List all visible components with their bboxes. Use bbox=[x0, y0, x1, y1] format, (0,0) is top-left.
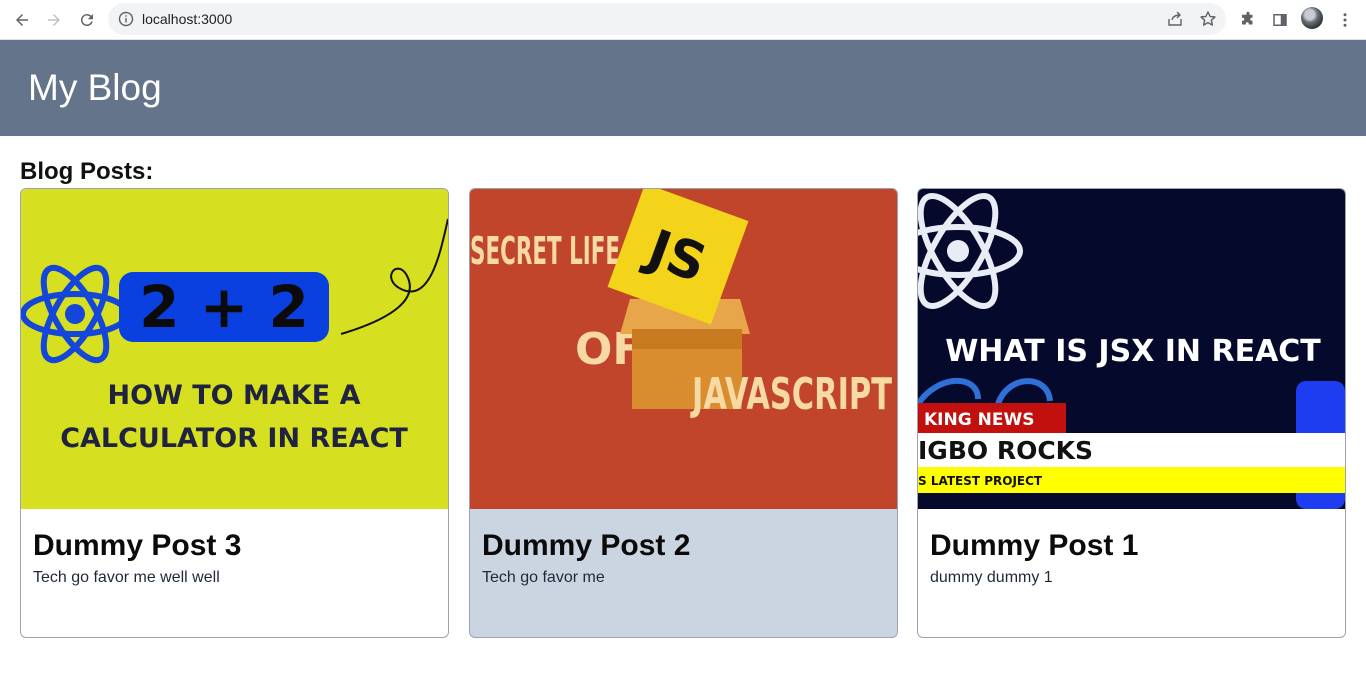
image-text-igbo: IGBO ROCKS bbox=[918, 436, 1093, 465]
back-arrow-icon[interactable] bbox=[10, 8, 34, 32]
post-title[interactable]: Dummy Post 1 bbox=[930, 529, 1138, 563]
forward-arrow-icon[interactable] bbox=[42, 8, 66, 32]
browser-toolbar: localhost:3000 bbox=[0, 0, 1366, 40]
post-card[interactable]: 2 + 2 HOW TO MAKE A CALCULATOR IN REACT … bbox=[20, 188, 449, 638]
url-text[interactable]: localhost:3000 bbox=[142, 11, 232, 27]
site-title[interactable]: My Blog bbox=[28, 67, 162, 109]
post-card[interactable]: SECRET LIFE OF JS JAVASCRIPT Dummy Post … bbox=[469, 188, 898, 638]
reload-icon[interactable] bbox=[75, 8, 99, 32]
image-text-line2: CALCULATOR IN REACT bbox=[60, 423, 408, 454]
profile-avatar[interactable] bbox=[1301, 7, 1323, 29]
address-bar[interactable]: localhost:3000 bbox=[108, 3, 1226, 35]
post-description: Tech go favor me bbox=[482, 569, 605, 586]
side-panel-icon[interactable] bbox=[1268, 8, 1292, 32]
info-icon[interactable] bbox=[118, 11, 134, 27]
star-icon[interactable] bbox=[1199, 10, 1217, 28]
image-text-jsx: WHAT IS JSX IN REACT bbox=[945, 334, 1321, 369]
site-header: My Blog bbox=[0, 40, 1366, 136]
post-description: Tech go favor me well well bbox=[33, 569, 220, 586]
section-title: Blog Posts: bbox=[20, 158, 154, 185]
image-text-project: S LATEST PROJECT bbox=[918, 474, 1043, 488]
image-text-secret: SECRET LIFE bbox=[470, 229, 620, 273]
post-title[interactable]: Dummy Post 3 bbox=[33, 529, 241, 563]
post-description: dummy dummy 1 bbox=[930, 569, 1053, 586]
post-card[interactable]: WHAT IS JSX IN REACT KING NEWS IGBO ROCK… bbox=[917, 188, 1346, 638]
post-title[interactable]: Dummy Post 2 bbox=[482, 529, 690, 563]
image-text-breaking: KING NEWS bbox=[924, 410, 1034, 430]
image-text-javascript: JAVASCRIPT bbox=[690, 369, 892, 420]
image-text-sum: 2 + 2 bbox=[139, 273, 309, 341]
extensions-icon[interactable] bbox=[1236, 8, 1260, 32]
more-menu-icon[interactable] bbox=[1333, 8, 1357, 32]
share-icon[interactable] bbox=[1166, 10, 1184, 28]
post-thumbnail-calculator[interactable]: 2 + 2 HOW TO MAKE A CALCULATOR IN REACT bbox=[21, 189, 448, 509]
post-thumbnail-jsx[interactable]: WHAT IS JSX IN REACT KING NEWS IGBO ROCK… bbox=[918, 189, 1345, 509]
image-text-line1: HOW TO MAKE A bbox=[108, 380, 361, 411]
post-thumbnail-javascript[interactable]: SECRET LIFE OF JS JAVASCRIPT bbox=[470, 189, 897, 509]
